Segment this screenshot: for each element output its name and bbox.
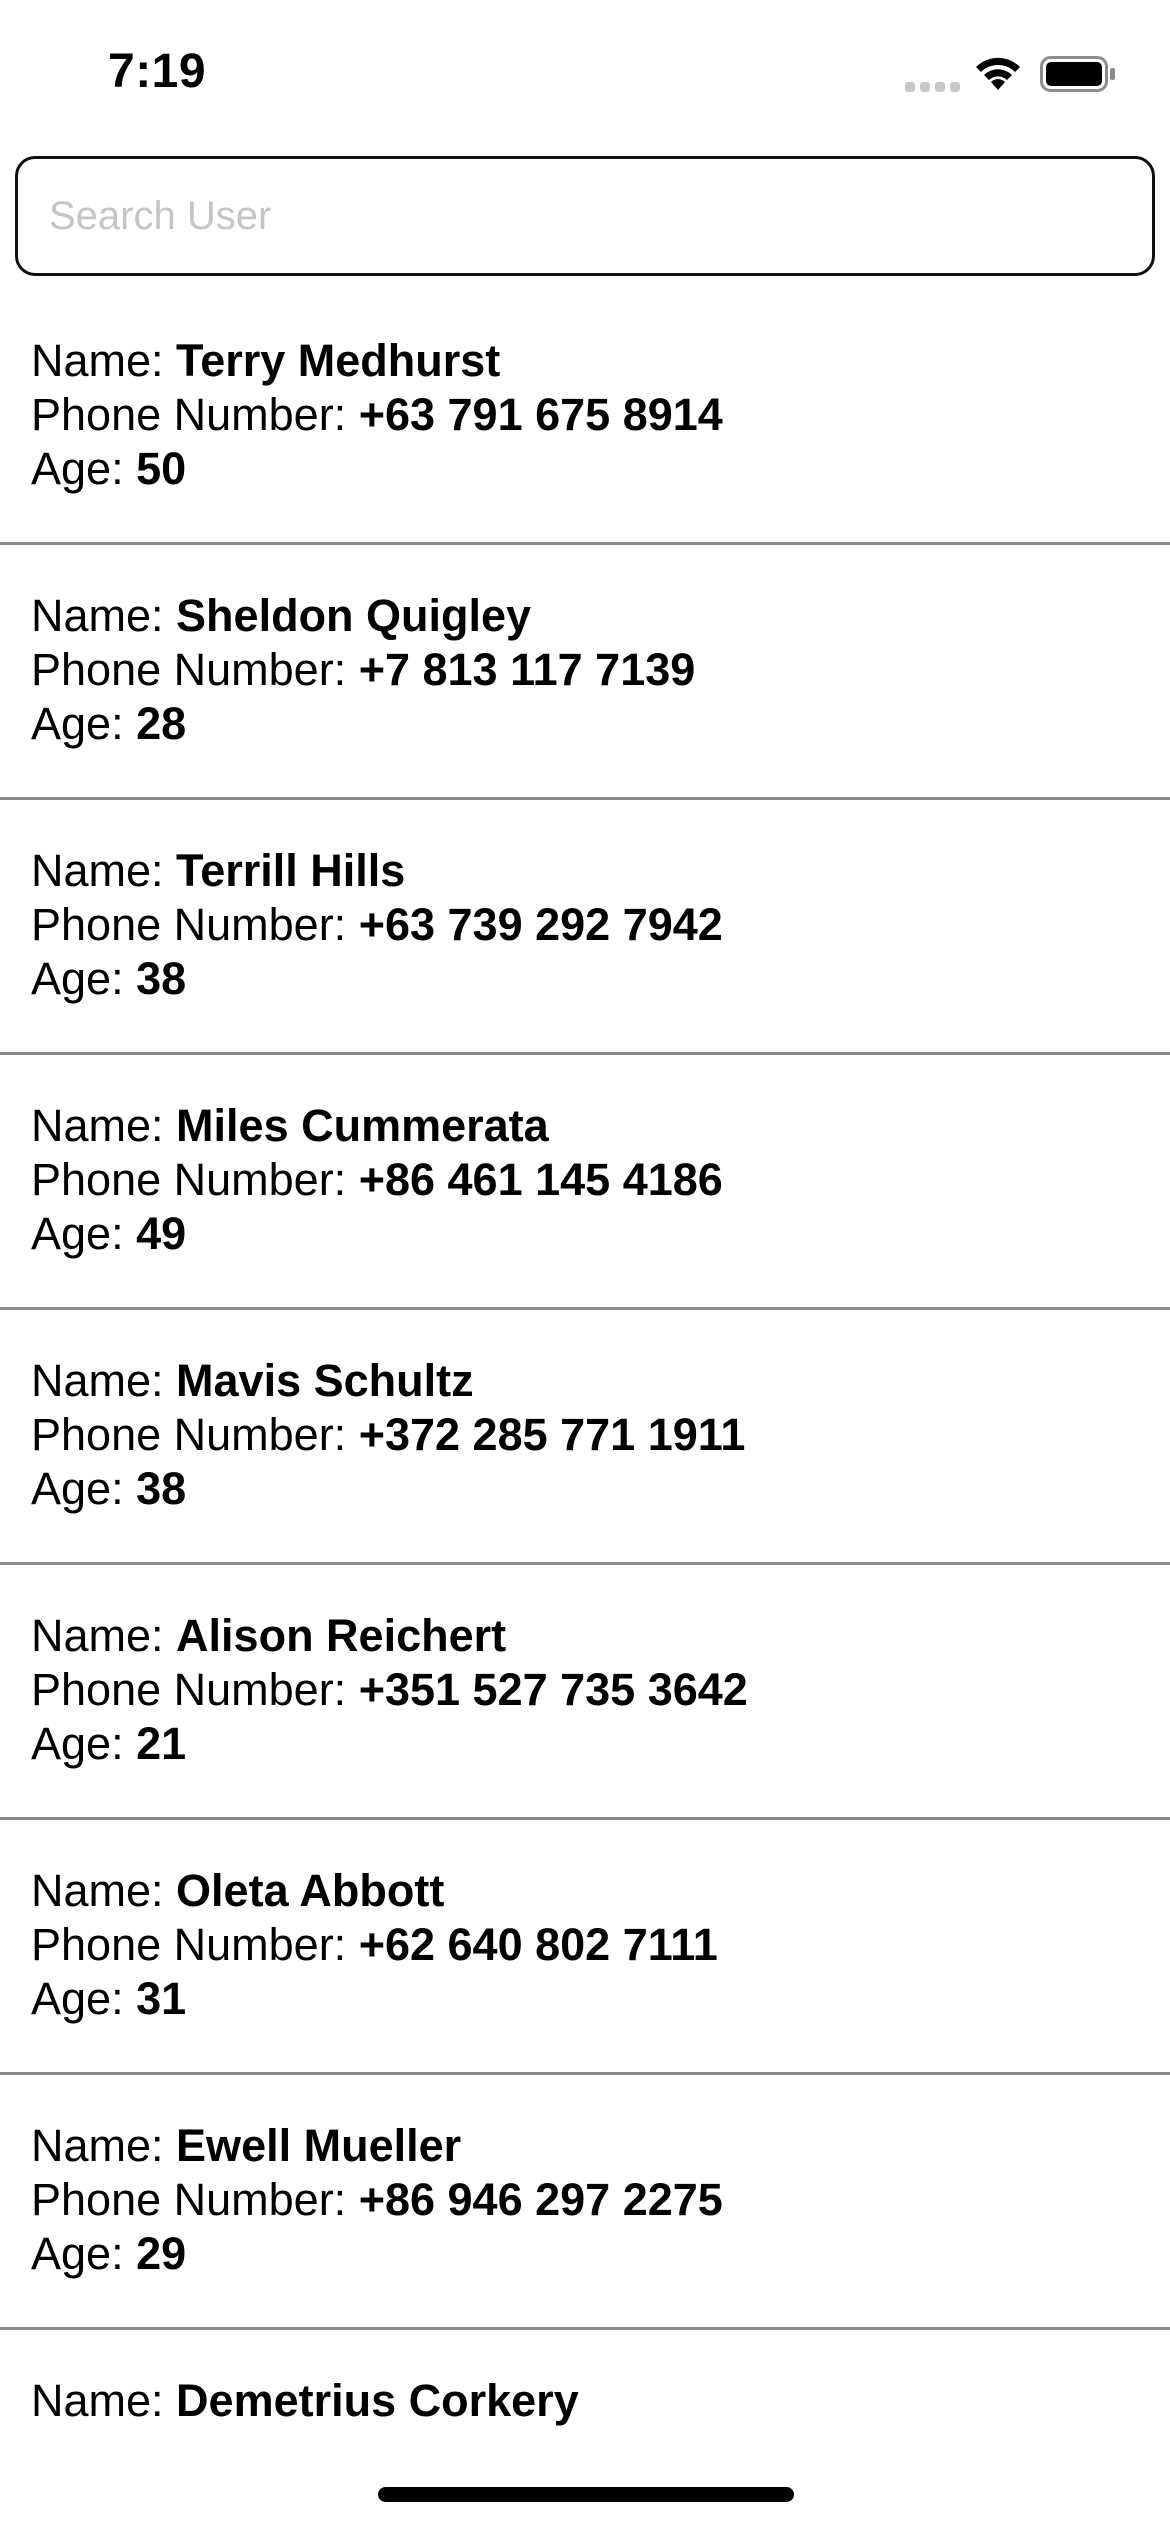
age-label: Age: [31, 1718, 137, 1769]
user-name: Miles Cummerata [176, 1100, 549, 1151]
list-item[interactable]: Name: Miles Cummerata Phone Number: +86 … [0, 1055, 1170, 1310]
phone-label: Phone Number: [31, 1664, 359, 1715]
phone-line: Phone Number: +86 461 145 4186 [31, 1153, 1170, 1207]
user-age: 38 [136, 1463, 187, 1514]
phone-label: Phone Number: [31, 389, 359, 440]
status-bar: 7:19 [0, 0, 1170, 150]
user-age: 31 [136, 1973, 187, 2024]
age-line: Age: 31 [31, 1972, 1170, 2026]
name-label: Name: [31, 845, 177, 896]
name-line: Name: Sheldon Quigley [31, 589, 1170, 643]
list-item[interactable]: Name: Sheldon Quigley Phone Number: +7 8… [0, 545, 1170, 800]
list-item[interactable]: Name: Ewell Mueller Phone Number: +86 94… [0, 2075, 1170, 2330]
age-line: Age: 49 [31, 1207, 1170, 1261]
search-box[interactable] [15, 156, 1155, 276]
age-line: Age: 21 [31, 1717, 1170, 1771]
list-item[interactable]: Name: Oleta Abbott Phone Number: +62 640… [0, 1820, 1170, 2075]
name-label: Name: [31, 1355, 177, 1406]
wifi-icon [976, 57, 1020, 90]
age-line: Age: 50 [31, 442, 1170, 496]
phone-line: Phone Number: +7 813 117 7139 [31, 643, 1170, 697]
age-label: Age: [31, 953, 137, 1004]
phone-line: Phone Number: +63 791 675 8914 [31, 388, 1170, 442]
phone-label: Phone Number: [31, 644, 359, 695]
list-item[interactable]: Name: Terry Medhurst Phone Number: +63 7… [0, 290, 1170, 545]
user-name: Oleta Abbott [176, 1865, 445, 1916]
age-label: Age: [31, 2228, 137, 2279]
user-name: Mavis Schultz [176, 1355, 474, 1406]
name-line: Name: Terry Medhurst [31, 334, 1170, 388]
phone-label: Phone Number: [31, 2174, 359, 2225]
age-label: Age: [31, 1463, 137, 1514]
age-line: Age: 38 [31, 1462, 1170, 1516]
user-name: Demetrius Corkery [176, 2375, 579, 2426]
user-name: Ewell Mueller [176, 2120, 462, 2171]
name-label: Name: [31, 1865, 177, 1916]
user-phone: +86 461 145 4186 [358, 1154, 723, 1205]
user-phone: +86 946 297 2275 [358, 2174, 723, 2225]
user-phone: +7 813 117 7139 [358, 644, 696, 695]
name-label: Name: [31, 1100, 177, 1151]
user-name: Terry Medhurst [176, 335, 501, 386]
phone-line: Phone Number: +63 739 292 7942 [31, 898, 1170, 952]
user-phone: +351 527 735 3642 [358, 1664, 748, 1715]
user-name: Sheldon Quigley [176, 590, 532, 641]
name-label: Name: [31, 335, 177, 386]
list-item[interactable]: Name: Alison Reichert Phone Number: +351… [0, 1565, 1170, 1820]
name-line: Name: Demetrius Corkery [31, 2374, 1170, 2428]
age-line: Age: 28 [31, 697, 1170, 751]
status-time: 7:19 [108, 45, 207, 98]
name-line: Name: Alison Reichert [31, 1609, 1170, 1663]
user-age: 50 [136, 443, 187, 494]
user-name: Terrill Hills [176, 845, 406, 896]
name-label: Name: [31, 1610, 177, 1661]
name-line: Name: Ewell Mueller [31, 2119, 1170, 2173]
search-input[interactable] [18, 159, 1152, 273]
age-label: Age: [31, 443, 137, 494]
age-line: Age: 38 [31, 952, 1170, 1006]
phone-label: Phone Number: [31, 1409, 359, 1460]
list-item[interactable]: Name: Mavis Schultz Phone Number: +372 2… [0, 1310, 1170, 1565]
phone-line: Phone Number: +351 527 735 3642 [31, 1663, 1170, 1717]
signal-icon [905, 82, 960, 92]
name-label: Name: [31, 2375, 177, 2426]
user-age: 21 [136, 1718, 187, 1769]
phone-line: Phone Number: +372 285 771 1911 [31, 1408, 1170, 1462]
user-age: 38 [136, 953, 187, 1004]
phone-label: Phone Number: [31, 899, 359, 950]
phone-label: Phone Number: [31, 1919, 359, 1970]
phone-line: Phone Number: +62 640 802 7111 [31, 1918, 1170, 1972]
age-line: Age: 29 [31, 2227, 1170, 2281]
user-phone: +372 285 771 1911 [358, 1409, 746, 1460]
age-label: Age: [31, 698, 137, 749]
name-line: Name: Mavis Schultz [31, 1354, 1170, 1408]
battery-icon [1040, 56, 1115, 92]
phone-line: Phone Number: +86 946 297 2275 [31, 2173, 1170, 2227]
user-list: Name: Terry Medhurst Phone Number: +63 7… [0, 290, 1170, 2532]
age-label: Age: [31, 1208, 137, 1259]
home-indicator[interactable] [378, 2487, 794, 2502]
name-label: Name: [31, 2120, 177, 2171]
list-item[interactable]: Name: Terrill Hills Phone Number: +63 73… [0, 800, 1170, 1055]
user-age: 49 [136, 1208, 187, 1259]
name-label: Name: [31, 590, 177, 641]
phone-label: Phone Number: [31, 1154, 359, 1205]
user-phone: +63 739 292 7942 [358, 899, 723, 950]
name-line: Name: Miles Cummerata [31, 1099, 1170, 1153]
user-phone: +62 640 802 7111 [358, 1919, 718, 1970]
age-label: Age: [31, 1973, 137, 2024]
user-age: 28 [136, 698, 187, 749]
user-name: Alison Reichert [176, 1610, 507, 1661]
user-phone: +63 791 675 8914 [358, 389, 723, 440]
user-age: 29 [136, 2228, 187, 2279]
name-line: Name: Oleta Abbott [31, 1864, 1170, 1918]
name-line: Name: Terrill Hills [31, 844, 1170, 898]
app-screen: 7:19 Name: Terry Medhurst Phone Number: … [0, 0, 1170, 2532]
